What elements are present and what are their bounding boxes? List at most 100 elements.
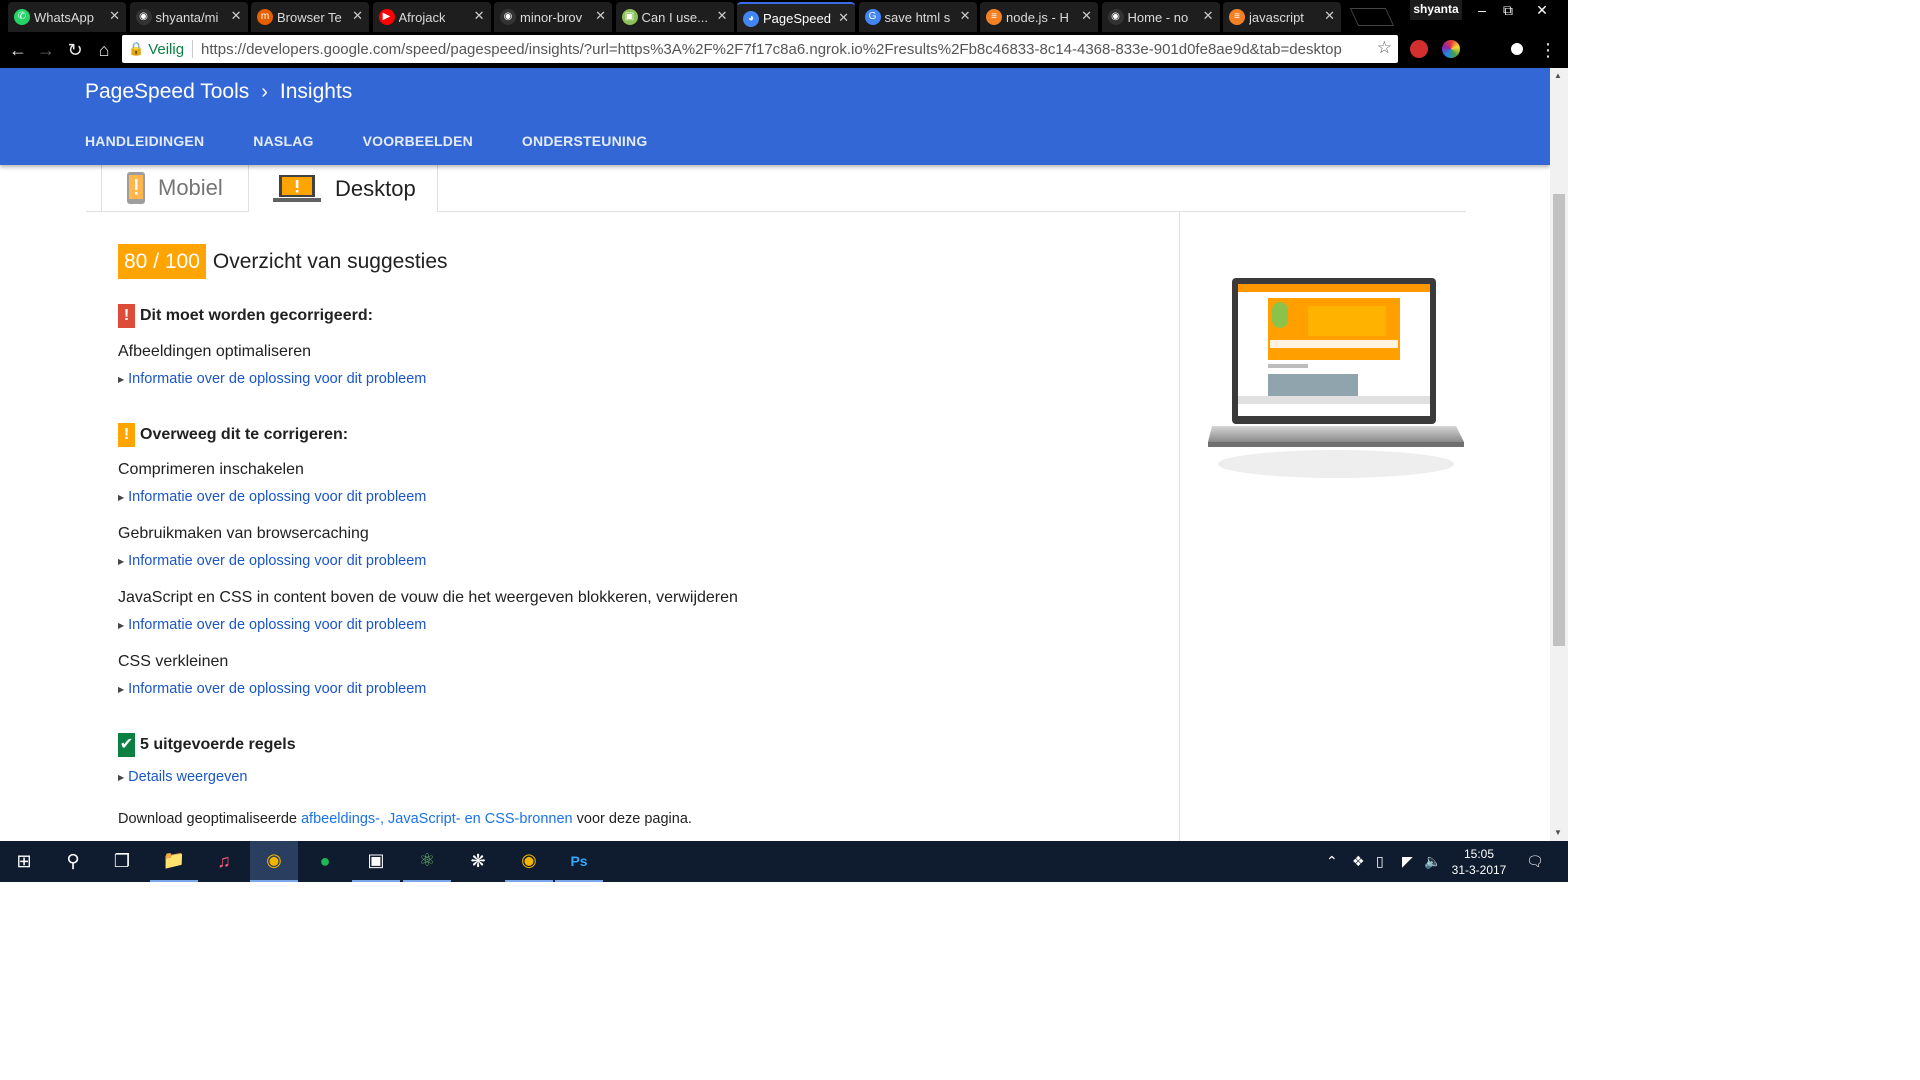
page-viewport: PageSpeed Tools › Insights HANDLEIDINGEN… [0, 68, 1550, 841]
action-center-icon[interactable]: 🗨 [1526, 841, 1544, 882]
tab-desktop[interactable]: Desktop [248, 165, 438, 212]
info-link-text[interactable]: Informatie over de oplossing voor dit pr… [128, 553, 426, 569]
tab-close-icon[interactable]: ✕ [1324, 8, 1335, 24]
info-link-text[interactable]: Informatie over de oplossing voor dit pr… [128, 371, 426, 387]
browser-tab[interactable]: ▶ Afrojack ✕ [372, 2, 491, 32]
browser-tab[interactable]: ◉ minor-brov ✕ [494, 2, 612, 32]
opera-extension-icon[interactable] [1410, 40, 1428, 58]
browser-tab[interactable]: ◉ shyanta/mi ✕ [129, 2, 248, 32]
tab-close-icon[interactable]: ✕ [1081, 8, 1092, 24]
tab-close-icon[interactable]: ✕ [352, 8, 363, 24]
chrome-icon[interactable]: ◉ [505, 841, 553, 882]
scroll-thumb[interactable] [1553, 194, 1565, 646]
breadcrumb-current[interactable]: Insights [280, 80, 352, 104]
wifi-icon[interactable]: ◤ [1402, 841, 1413, 882]
github-icon: ◉ [1107, 9, 1124, 25]
info-link[interactable]: ▶ Informatie over de oplossing voor dit p… [118, 553, 426, 569]
download-resources-link[interactable]: afbeeldings-, JavaScript- en CSS-bronnen [301, 811, 573, 827]
tab-mobile[interactable]: Mobiel [101, 165, 248, 211]
search-icon[interactable]: ⚲ [49, 841, 97, 882]
nav-item-samples[interactable]: VOORBEELDEN [363, 133, 473, 149]
dropbox-icon[interactable]: ❖ [1352, 841, 1365, 882]
browser-tab[interactable]: m Browser Te ✕ [251, 2, 369, 32]
info-link[interactable]: ▶ Informatie over de oplossing voor dit p… [118, 617, 426, 633]
info-link-text[interactable]: Informatie over de oplossing voor dit pr… [128, 617, 426, 633]
details-link[interactable]: ▶ Details weergeven [118, 769, 247, 785]
browser-tab[interactable]: ≡ javascript ✕ [1223, 2, 1341, 32]
browser-tab-title: save html s [884, 9, 951, 25]
tab-close-icon[interactable]: ✕ [109, 8, 120, 24]
browser-tab-title: Can I use... [641, 9, 708, 25]
tab-close-icon[interactable]: ✕ [838, 10, 849, 26]
new-tab-button[interactable] [1349, 8, 1395, 26]
tab-mobile-label: Mobiel [158, 175, 223, 200]
tab-close-icon[interactable]: ✕ [1203, 8, 1214, 24]
download-suffix: voor deze pagina. [572, 811, 692, 827]
exclamation-red-icon: ! [118, 304, 135, 328]
nav-item-support[interactable]: ONDERSTEUNING [522, 133, 648, 149]
atom-icon[interactable]: ⚛ [403, 841, 451, 882]
tray-chevron-icon[interactable]: ⌃ [1326, 841, 1338, 882]
breadcrumb-root[interactable]: PageSpeed Tools [85, 80, 249, 104]
info-link-text[interactable]: Informatie over de oplossing voor dit pr… [128, 489, 426, 505]
browser-tab[interactable]: ≡ node.js - H ✕ [980, 2, 1098, 32]
windows-taskbar: ⊞ ⚲ ❐ 📁 ♫ ◉ ● ▣ ⚛ ❋ ◉ Ps ⌃ ❖ ▯ ◤ 🔈 15:05… [0, 841, 1568, 882]
home-icon[interactable]: ⌂ [92, 38, 116, 62]
url-text[interactable]: https://developers.google.com/speed/page… [201, 41, 1342, 58]
info-link-text[interactable]: Informatie over de oplossing voor dit pr… [128, 681, 426, 697]
battery-icon[interactable]: ▯ [1376, 841, 1384, 882]
tab-close-icon[interactable]: ✕ [717, 8, 728, 24]
mobile-phone-icon [127, 172, 145, 204]
spotify-icon[interactable]: ● [301, 841, 349, 882]
close-icon[interactable]: ✕ [1528, 0, 1556, 20]
github-icon: ◉ [135, 9, 152, 25]
browser-tab[interactable]: ◕ PageSpeed ✕ [737, 2, 855, 32]
browser-tab[interactable]: ✆ WhatsApp ✕ [8, 2, 126, 32]
tab-close-icon[interactable]: ✕ [960, 8, 971, 24]
details-link-text[interactable]: Details weergeven [128, 769, 247, 785]
photoshop-icon[interactable]: Ps [555, 841, 603, 882]
address-separator [192, 40, 194, 58]
nav-item-guides[interactable]: HANDLEIDINGEN [85, 133, 204, 149]
volume-icon[interactable]: 🔈 [1424, 841, 1441, 882]
itunes-icon[interactable]: ♫ [200, 841, 248, 882]
info-link[interactable]: ▶ Informatie over de oplossing voor dit p… [118, 489, 426, 505]
back-icon[interactable]: ← [6, 38, 30, 62]
must-fix-label: Dit moet worden gecorrigeerd: [140, 307, 373, 324]
exclamation-orange-icon: ! [118, 423, 135, 447]
menu-icon[interactable]: ⋮ [1536, 38, 1560, 62]
tab-close-icon[interactable]: ✕ [231, 8, 242, 24]
tab-close-icon[interactable]: ✕ [474, 8, 485, 24]
scroll-down-icon[interactable]: ▼ [1554, 828, 1562, 837]
browser-tab-title: WhatsApp [34, 9, 94, 25]
scroll-up-icon[interactable]: ▲ [1554, 71, 1562, 80]
page-scrollbar[interactable]: ▲ ▼ [1550, 68, 1568, 841]
nav-item-reference[interactable]: NASLAG [253, 133, 313, 149]
reload-icon[interactable]: ↻ [63, 38, 87, 62]
minimize-icon[interactable]: – [1468, 0, 1496, 20]
info-link[interactable]: ▶ Informatie over de oplossing voor dit p… [118, 371, 426, 387]
consider-fix-label: Overweeg dit te corrigeren: [140, 426, 349, 443]
browser-tab[interactable]: ▣ Can I use... ✕ [615, 2, 734, 32]
triangle-right-icon: ▶ [118, 374, 125, 384]
info-link[interactable]: ▶ Informatie over de oplossing voor dit p… [118, 681, 426, 697]
file-explorer-icon[interactable]: 📁 [150, 841, 198, 882]
tab-close-icon[interactable]: ✕ [595, 8, 606, 24]
start-icon[interactable]: ⊞ [0, 841, 48, 882]
browser-tab[interactable]: Gsave html s ✕ [858, 2, 977, 32]
forward-icon[interactable]: → [34, 38, 58, 62]
slack-icon[interactable]: ❋ [454, 841, 502, 882]
task-view-icon[interactable]: ❐ [98, 841, 146, 882]
summary-title: Overzicht van suggesties [212, 249, 448, 273]
profile-button[interactable]: shyanta [1410, 0, 1462, 20]
address-bar[interactable]: 🔒 Veilig https://developers.google.com/s… [122, 35, 1398, 63]
system-clock[interactable]: 15:05 31-3-2017 [1444, 846, 1514, 878]
bookmark-star-icon[interactable]: ☆ [1377, 38, 1392, 58]
extension-circle-icon[interactable] [1508, 40, 1526, 58]
rule-enable-compression: Comprimeren inschakelen [118, 461, 304, 478]
browser-tab[interactable]: ◉ Home - no ✕ [1101, 2, 1220, 32]
color-picker-extension-icon[interactable] [1442, 40, 1460, 58]
chrome-icon[interactable]: ◉ [250, 841, 298, 882]
restore-icon[interactable]: ⧉ [1494, 0, 1522, 20]
terminal-icon[interactable]: ▣ [352, 841, 400, 882]
